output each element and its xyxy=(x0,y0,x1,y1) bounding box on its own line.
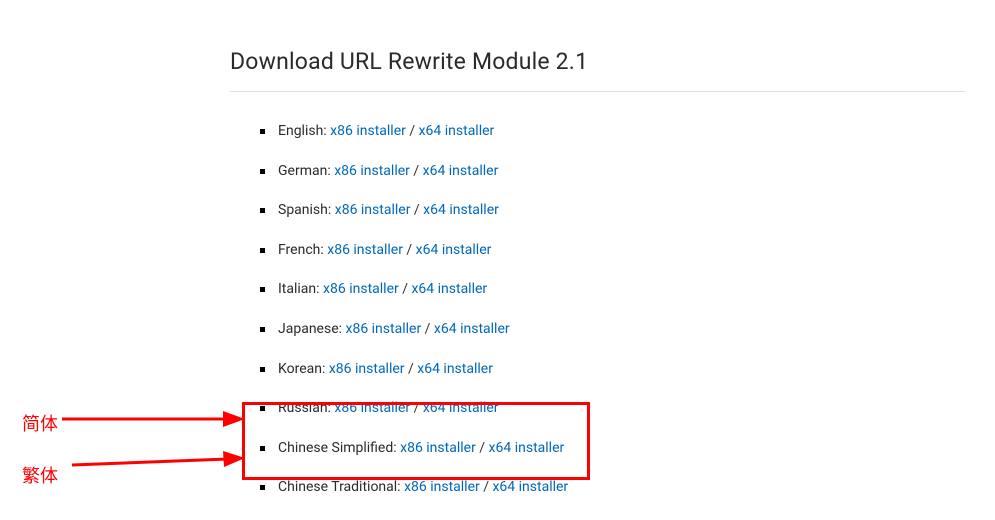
x64-installer-link[interactable]: x64 installer xyxy=(423,202,499,218)
list-item: Russian: x86 installer / x64 installer xyxy=(278,389,965,429)
separator: / xyxy=(421,321,434,337)
lang-label: Chinese Simplified: xyxy=(278,440,397,456)
x86-installer-link[interactable]: x86 installer xyxy=(329,361,405,377)
lang-label: English: xyxy=(278,123,327,139)
x86-installer-link[interactable]: x86 installer xyxy=(346,321,422,337)
x64-installer-link[interactable]: x64 installer xyxy=(489,440,565,456)
x86-installer-link[interactable]: x86 installer xyxy=(323,281,399,297)
lang-label: Japanese: xyxy=(278,321,342,337)
annotation-simplified: 简体 xyxy=(22,410,58,436)
x86-installer-link[interactable]: x86 installer xyxy=(335,202,411,218)
separator: / xyxy=(476,440,489,456)
x64-installer-link[interactable]: x64 installer xyxy=(423,163,499,179)
separator: / xyxy=(410,202,423,218)
x86-installer-link[interactable]: x86 installer xyxy=(334,163,410,179)
list-item: French: x86 installer / x64 installer xyxy=(278,231,965,271)
list-item: English: x86 installer / x64 installer xyxy=(278,112,965,152)
x64-installer-link[interactable]: x64 installer xyxy=(434,321,510,337)
separator: / xyxy=(410,163,423,179)
x86-installer-link[interactable]: x86 installer xyxy=(334,400,410,416)
x64-installer-link[interactable]: x64 installer xyxy=(417,361,493,377)
lang-label: Spanish: xyxy=(278,202,331,218)
x64-installer-link[interactable]: x64 installer xyxy=(416,242,492,258)
lang-label: German: xyxy=(278,163,331,179)
list-item: German: x86 installer / x64 installer xyxy=(278,152,965,192)
lang-label: Chinese Traditional: xyxy=(278,479,401,495)
x64-installer-link[interactable]: x64 installer xyxy=(411,281,487,297)
x64-installer-link[interactable]: x64 installer xyxy=(423,400,499,416)
list-item: Spanish: x86 installer / x64 installer xyxy=(278,191,965,231)
annotation-traditional: 繁体 xyxy=(22,462,58,488)
list-item: Chinese Simplified: x86 installer / x64 … xyxy=(278,429,965,469)
x86-installer-link[interactable]: x86 installer xyxy=(330,123,406,139)
divider xyxy=(230,91,965,92)
lang-label: Korean: xyxy=(278,361,325,377)
lang-label: French: xyxy=(278,242,324,258)
list-item: Chinese Traditional: x86 installer / x64… xyxy=(278,468,965,508)
separator: / xyxy=(405,361,418,377)
list-item: Japanese: x86 installer / x64 installer xyxy=(278,310,965,350)
separator: / xyxy=(399,281,412,297)
page-title: Download URL Rewrite Module 2.1 xyxy=(230,48,965,75)
list-item: Korean: x86 installer / x64 installer xyxy=(278,350,965,390)
download-list: English: x86 installer / x64 installer G… xyxy=(230,112,965,508)
x86-installer-link[interactable]: x86 installer xyxy=(327,242,403,258)
list-item: Italian: x86 installer / x64 installer xyxy=(278,270,965,310)
lang-label: Italian: xyxy=(278,281,320,297)
separator: / xyxy=(406,123,419,139)
separator: / xyxy=(480,479,493,495)
x64-installer-link[interactable]: x64 installer xyxy=(492,479,568,495)
x86-installer-link[interactable]: x86 installer xyxy=(404,479,480,495)
separator: / xyxy=(403,242,416,258)
lang-label: Russian: xyxy=(278,400,331,416)
x64-installer-link[interactable]: x64 installer xyxy=(419,123,495,139)
x86-installer-link[interactable]: x86 installer xyxy=(400,440,476,456)
separator: / xyxy=(410,400,423,416)
content-wrapper: Download URL Rewrite Module 2.1 English:… xyxy=(0,0,995,508)
